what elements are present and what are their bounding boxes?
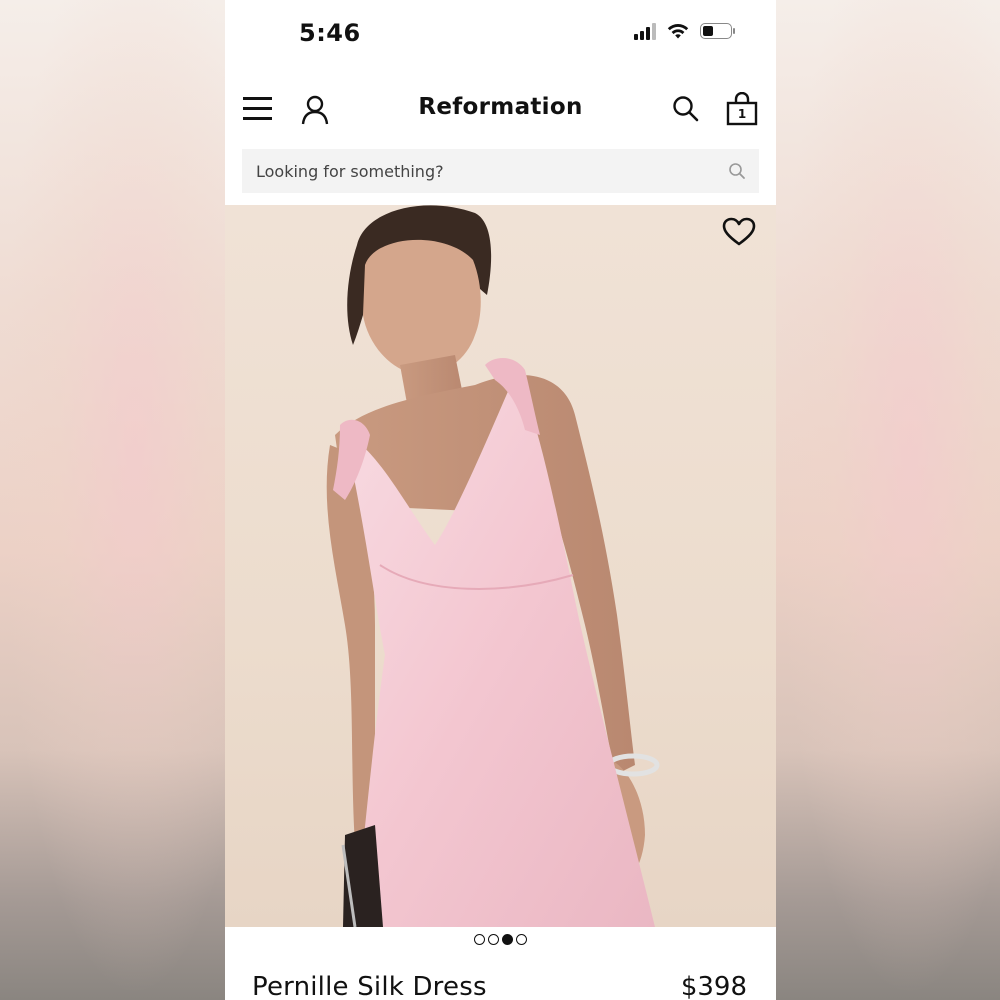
background-blur-left (0, 0, 225, 1000)
background-blur-right (775, 0, 1000, 1000)
carousel-dot-4[interactable] (516, 934, 527, 945)
battery-icon (700, 23, 735, 39)
shopping-bag-button[interactable]: 1 (725, 91, 759, 126)
wifi-icon (667, 24, 689, 39)
product-photo[interactable] (225, 205, 776, 927)
app-header: Reformation 1 (225, 78, 776, 142)
bag-count-badge: 1 (737, 107, 747, 121)
search-bar[interactable] (242, 149, 759, 193)
status-time: 5:46 (299, 19, 361, 47)
product-price: $398 (680, 972, 747, 1000)
search-icon[interactable] (727, 161, 747, 181)
status-bar: 5:46 (225, 0, 776, 70)
cellular-signal-icon (634, 22, 656, 40)
search-icon[interactable] (671, 94, 701, 124)
image-carousel-dots (225, 934, 776, 945)
search-input[interactable] (254, 160, 727, 182)
carousel-dot-3[interactable] (502, 934, 513, 945)
heart-icon[interactable] (722, 217, 756, 247)
phone-screen: 5:46 Reformation 1 Looking for something… (225, 0, 776, 1000)
carousel-dot-2[interactable] (488, 934, 499, 945)
model-illustration (326, 205, 660, 927)
status-icons (634, 22, 735, 40)
carousel-dot-1[interactable] (474, 934, 485, 945)
product-name[interactable]: Pernille Silk Dress (252, 972, 487, 1000)
